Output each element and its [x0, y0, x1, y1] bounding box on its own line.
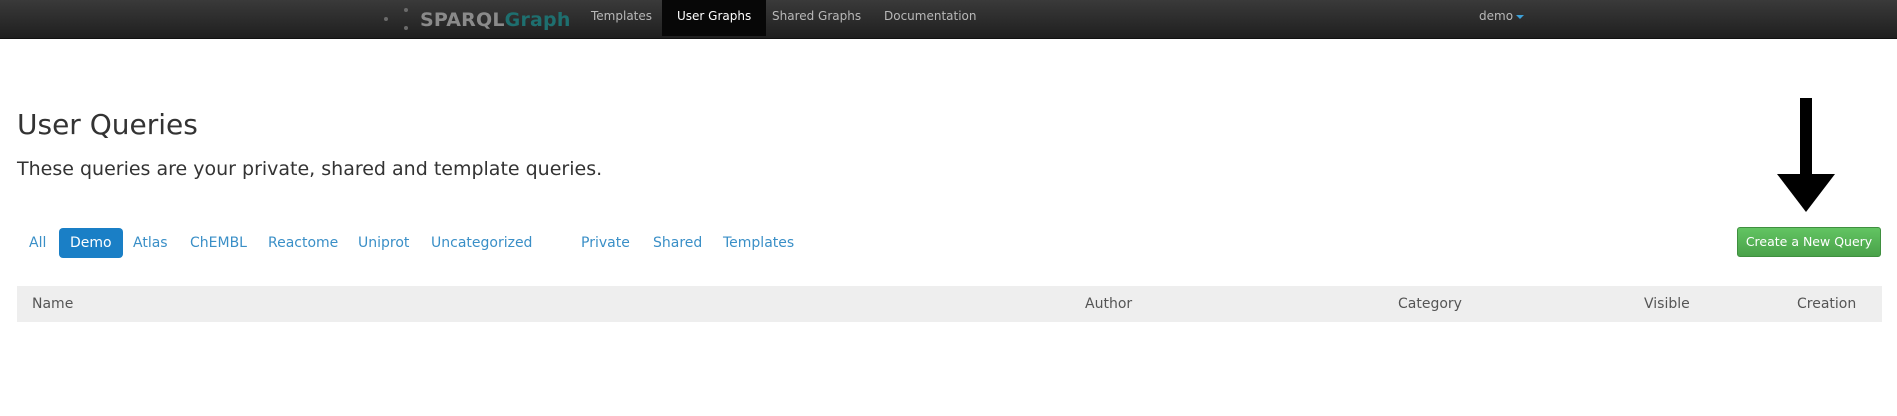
queries-table-header: Name Author Category Visible Creation	[17, 286, 1882, 322]
user-name: demo	[1479, 9, 1514, 23]
brand-name-part2: Graph	[504, 8, 571, 31]
user-menu[interactable]: demo	[1479, 0, 1525, 36]
brand-dots-icon	[380, 0, 420, 39]
column-header-category[interactable]: Category	[1398, 286, 1462, 322]
column-header-name[interactable]: Name	[32, 286, 73, 322]
filter-uncategorized[interactable]: Uncategorized	[420, 228, 543, 258]
filter-templates[interactable]: Templates	[712, 228, 805, 258]
down-arrow-icon	[1777, 174, 1835, 212]
brand-logo[interactable]: SPARQLGraph	[380, 0, 571, 39]
filter-chembl[interactable]: ChEMBL	[179, 228, 258, 258]
filter-all[interactable]: All	[18, 228, 57, 258]
caret-down-icon	[1516, 14, 1525, 19]
nav-shared-graphs[interactable]: Shared Graphs	[757, 0, 876, 36]
top-navbar: SPARQLGraph Templates User Graphs Shared…	[0, 0, 1897, 39]
filter-private[interactable]: Private	[570, 228, 641, 258]
page-subtitle: These queries are your private, shared a…	[17, 158, 603, 180]
create-new-query-button[interactable]: Create a New Query	[1737, 227, 1881, 257]
column-header-visible[interactable]: Visible	[1644, 286, 1690, 322]
nav-documentation[interactable]: Documentation	[869, 0, 992, 36]
nav-templates[interactable]: Templates	[576, 0, 667, 36]
filter-reactome[interactable]: Reactome	[257, 228, 349, 258]
filter-demo[interactable]: Demo	[59, 228, 123, 258]
filter-shared[interactable]: Shared	[642, 228, 713, 258]
filter-uniprot[interactable]: Uniprot	[347, 228, 420, 258]
column-header-author[interactable]: Author	[1085, 286, 1132, 322]
brand-name-part1: SPARQL	[420, 8, 505, 31]
filter-atlas[interactable]: Atlas	[122, 228, 179, 258]
down-arrow-icon-shaft	[1800, 98, 1812, 180]
page-title: User Queries	[17, 108, 198, 141]
brand-name: SPARQLGraph	[420, 9, 571, 31]
column-header-creation[interactable]: Creation	[1797, 286, 1856, 322]
nav-user-graphs[interactable]: User Graphs	[662, 0, 767, 36]
